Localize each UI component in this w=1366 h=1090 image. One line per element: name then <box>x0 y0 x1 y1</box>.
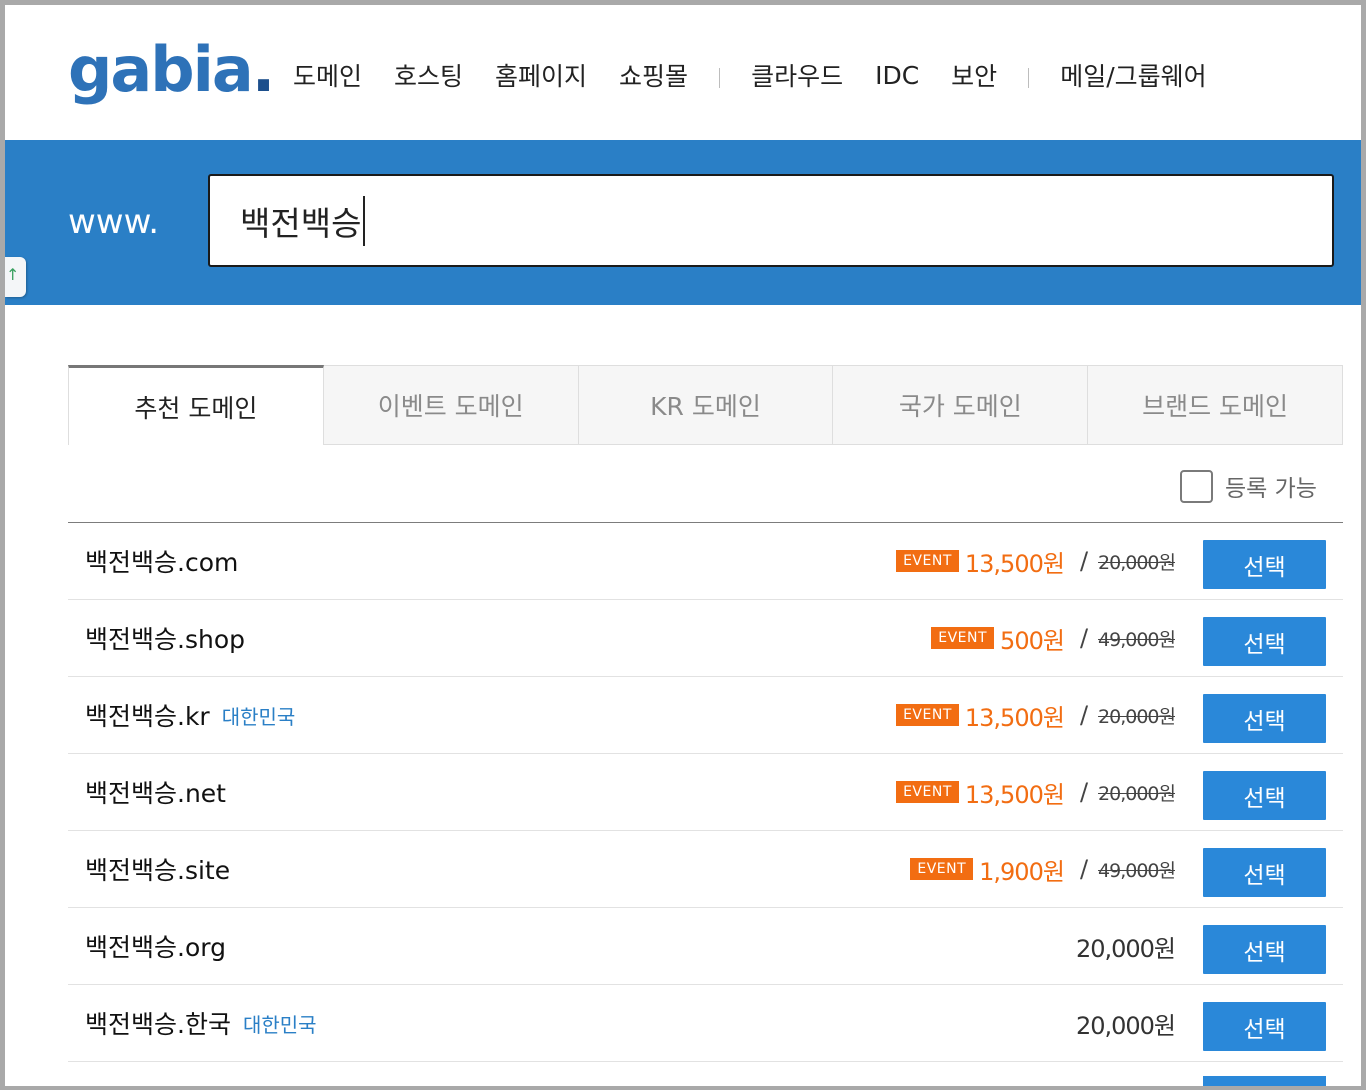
price-separator: / <box>1079 547 1089 575</box>
select-button[interactable]: 선택 <box>1203 848 1326 897</box>
regular-price: 20,000원 <box>1075 1011 1176 1040</box>
domain-category-tabs: 추천 도메인 이벤트 도메인 KR 도메인 국가 도메인 브랜드 도메인 <box>68 365 1343 445</box>
sale-price: 13,500원 <box>964 703 1065 732</box>
domain-text: 백전백승.site <box>85 856 231 885</box>
gabia-logo[interactable]: gabia. <box>68 33 276 115</box>
domain-result-list: 백전백승.com EVENT 13,500원 / 20,000원 선택 백전백승… <box>68 522 1343 1062</box>
domain-text: 백전백승.net <box>85 779 226 808</box>
available-filter[interactable]: 등록 가능 <box>1180 469 1317 503</box>
domain-text: 백전백승.한국 <box>85 1010 231 1039</box>
table-row: 백전백승.site EVENT 1,900원 / 49,000원 선택 <box>68 831 1343 908</box>
domain-name: 백전백승.shop <box>85 600 245 676</box>
price-separator: / <box>1079 778 1089 806</box>
event-badge: EVENT <box>910 858 974 880</box>
www-prefix: www. <box>68 202 160 242</box>
table-row: 백전백승.com EVENT 13,500원 / 20,000원 선택 <box>68 523 1343 600</box>
sale-price: 500원 <box>1000 626 1065 655</box>
nav-homepage[interactable]: 홈페이지 <box>495 57 587 93</box>
logo-dot: . <box>251 33 276 106</box>
price-info: EVENT 1,900원 / 49,000원 <box>910 831 1176 907</box>
original-price: 20,000원 <box>1098 705 1176 728</box>
select-button[interactable]: 선택 <box>1203 694 1326 743</box>
country-tag: 대한민국 <box>242 1012 317 1037</box>
nav-domain[interactable]: 도메인 <box>293 57 362 93</box>
price-info: EVENT 13,500원 / 20,000원 <box>896 754 1176 830</box>
logo-text: gabia <box>68 33 254 106</box>
nav-hosting[interactable]: 호스팅 <box>394 57 463 93</box>
widget-icon: ↑ <box>6 265 20 284</box>
price-info: EVENT 500원 / 49,000원 <box>931 600 1176 676</box>
price-separator: / <box>1079 624 1089 652</box>
select-button[interactable]: 선택 <box>1203 540 1326 589</box>
table-row: 백전백승.net EVENT 13,500원 / 20,000원 선택 <box>68 754 1343 831</box>
nav-shoppingmall[interactable]: 쇼핑몰 <box>619 57 688 93</box>
site-header: gabia. 도메인 호스팅 홈페이지 쇼핑몰 클라우드 IDC 보안 메일/그… <box>5 5 1361 140</box>
domain-text: 백전백승.org <box>85 933 226 962</box>
select-button[interactable]: 선택 <box>1203 617 1326 666</box>
domain-text: 백전백승.com <box>85 548 239 577</box>
main-nav: 도메인 호스팅 홈페이지 쇼핑몰 클라우드 IDC 보안 메일/그룹웨어 <box>293 55 1239 95</box>
price-separator: / <box>1079 701 1089 729</box>
tab-event[interactable]: 이벤트 도메인 <box>323 365 579 445</box>
regular-price: 20,000원 <box>1075 934 1176 963</box>
domain-name: 백전백승.org <box>85 908 226 984</box>
select-button[interactable]: 선택 <box>1203 771 1326 820</box>
table-row: 백전백승.한국 대한민국 20,000원 선택 <box>68 985 1343 1062</box>
event-badge: EVENT <box>896 781 959 803</box>
nav-cloud[interactable]: 클라우드 <box>751 57 843 93</box>
text-caret <box>363 196 366 246</box>
select-button-partial[interactable] <box>1203 1076 1326 1090</box>
nav-divider <box>1028 68 1030 88</box>
available-label: 등록 가능 <box>1225 476 1317 502</box>
price-info: 20,000원 <box>1075 908 1176 984</box>
domain-name: 백전백승.site <box>85 831 230 907</box>
table-row: 백전백승.kr 대한민국 EVENT 13,500원 / 20,000원 선택 <box>68 677 1343 754</box>
domain-text: 백전백승.kr <box>85 702 210 731</box>
domain-name: 백전백승.net <box>85 754 226 830</box>
domain-search-box[interactable]: 백전백승 <box>208 174 1334 267</box>
event-badge: EVENT <box>931 627 995 649</box>
available-checkbox[interactable] <box>1180 469 1213 503</box>
search-band: www. 백전백승 ↑ <box>5 140 1361 305</box>
tab-kr[interactable]: KR 도메인 <box>578 365 834 445</box>
select-button[interactable]: 선택 <box>1203 925 1326 974</box>
price-info: 20,000원 <box>1075 985 1176 1061</box>
price-separator: / <box>1079 855 1089 883</box>
sale-price: 13,500원 <box>964 549 1065 578</box>
nav-mail-groupware[interactable]: 메일/그룹웨어 <box>1060 57 1206 93</box>
nav-divider <box>719 68 721 88</box>
domain-search-input[interactable]: 백전백승 <box>240 196 1240 246</box>
event-badge: EVENT <box>896 550 959 572</box>
original-price: 49,000원 <box>1098 628 1176 651</box>
domain-name: 백전백승.kr 대한민국 <box>85 677 295 753</box>
tab-brand[interactable]: 브랜드 도메인 <box>1088 365 1343 445</box>
domain-name: 백전백승.com <box>85 523 238 599</box>
domain-name: 백전백승.한국 대한민국 <box>85 985 317 1061</box>
sale-price: 13,500원 <box>964 780 1065 809</box>
event-badge: EVENT <box>896 704 959 726</box>
side-widget-tab[interactable]: ↑ <box>5 257 26 297</box>
price-info: EVENT 13,500원 / 20,000원 <box>896 677 1176 753</box>
domain-text: 백전백승.shop <box>85 625 245 654</box>
original-price: 49,000원 <box>1098 859 1176 882</box>
nav-security[interactable]: 보안 <box>951 57 997 93</box>
tab-country[interactable]: 국가 도메인 <box>833 365 1089 445</box>
sale-price: 1,900원 <box>979 857 1065 886</box>
nav-idc[interactable]: IDC <box>875 61 919 90</box>
price-info: EVENT 13,500원 / 20,000원 <box>896 523 1176 599</box>
search-value: 백전백승 <box>240 204 362 243</box>
tab-recommended[interactable]: 추천 도메인 <box>68 365 324 445</box>
table-row: 백전백승.shop EVENT 500원 / 49,000원 선택 <box>68 600 1343 677</box>
original-price: 20,000원 <box>1098 551 1176 574</box>
original-price: 20,000원 <box>1098 782 1176 805</box>
table-row: 백전백승.org 20,000원 선택 <box>68 908 1343 985</box>
select-button[interactable]: 선택 <box>1203 1002 1326 1051</box>
country-tag: 대한민국 <box>221 704 296 729</box>
